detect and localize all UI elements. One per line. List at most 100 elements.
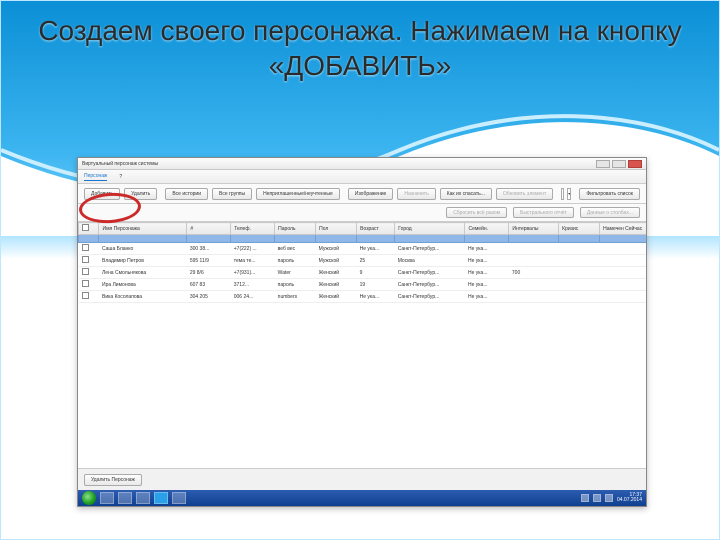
table-row[interactable]: Вика Косолапова304 205006 24...numbersЖе…	[79, 291, 647, 303]
minimize-button[interactable]	[596, 160, 610, 168]
col-checkbox[interactable]	[79, 223, 99, 235]
cell: Мужской	[316, 255, 357, 267]
col-num[interactable]: #	[187, 223, 231, 235]
task-icon[interactable]	[100, 492, 114, 504]
delete-button[interactable]: Удалить	[124, 188, 157, 200]
toolbar: Добавить Удалить Все истории Все группы …	[78, 184, 646, 204]
cell	[600, 255, 646, 267]
cell: Не ука...	[465, 291, 509, 303]
cell: Санкт-Петербур...	[395, 267, 465, 279]
filter-button[interactable]: Фильтровать список	[579, 188, 640, 200]
col-city[interactable]: Город	[395, 223, 465, 235]
reset-button[interactable]: Сбросить всё разом	[446, 207, 507, 218]
col-tel[interactable]: Телеф.	[231, 223, 275, 235]
cell	[600, 267, 646, 279]
col-name[interactable]: Имя Персонажа	[99, 223, 187, 235]
cell: Женский	[316, 279, 357, 291]
col-pwd[interactable]: Пароль	[275, 223, 316, 235]
export-button[interactable]: Обновить элемент	[496, 188, 553, 200]
cell: numbers	[275, 291, 316, 303]
cell	[559, 255, 600, 267]
cell	[79, 243, 99, 255]
cell	[509, 279, 559, 291]
tray-icon[interactable]	[593, 494, 601, 502]
history-button[interactable]: Все истории	[165, 188, 208, 200]
task-icon[interactable]	[136, 492, 150, 504]
cell: Не ука...	[357, 291, 395, 303]
cell	[600, 291, 646, 303]
start-button[interactable]	[82, 491, 96, 505]
cell	[509, 291, 559, 303]
col-age[interactable]: Возраст	[357, 223, 395, 235]
chevron-down-icon: ▾	[568, 191, 570, 196]
ribbon-tab-help[interactable]: ?	[119, 174, 122, 180]
cell	[559, 279, 600, 291]
ribbon: Персонаж ?	[78, 170, 646, 184]
slide-title: Создаем своего персонажа. Нажимаем на кн…	[1, 13, 719, 83]
cell: Владимир Петров	[99, 255, 187, 267]
columns-button[interactable]: Данные о столбах...	[580, 207, 640, 218]
task-icon[interactable]	[172, 492, 186, 504]
cell: пароль	[275, 279, 316, 291]
col-crisis[interactable]: Кризис	[559, 223, 600, 235]
maximize-button[interactable]	[612, 160, 626, 168]
checkbox-icon	[82, 224, 89, 231]
cell	[600, 243, 646, 255]
table-row[interactable]: Саша Бланко300 38...+7(222) ...веб весМу…	[79, 243, 647, 255]
report-button[interactable]: Быстрального отчёт	[513, 207, 574, 218]
cell: веб вес	[275, 243, 316, 255]
data-grid[interactable]: Имя Персонажа # Телеф. Пароль Пол Возрас…	[78, 222, 646, 468]
task-icon-skype[interactable]	[154, 492, 168, 504]
cell: 700	[509, 267, 559, 279]
tray-icon[interactable]	[581, 494, 589, 502]
cell: Не ука...	[357, 243, 395, 255]
cell: 304 205	[187, 291, 231, 303]
cell: Не ука...	[465, 243, 509, 255]
grid-table: Имя Персонажа # Телеф. Пароль Пол Возрас…	[78, 222, 646, 303]
tray-icon[interactable]	[605, 494, 613, 502]
remind-button[interactable]: Как их спасать...	[440, 188, 492, 200]
cell	[79, 291, 99, 303]
cell: 19	[357, 279, 395, 291]
system-tray: 17:37 04.07.2014	[581, 493, 642, 504]
clock[interactable]: 17:37 04.07.2014	[617, 493, 642, 504]
cell: 3712...	[231, 279, 275, 291]
col-scheduled[interactable]: Намечен Сейчас	[600, 223, 646, 235]
cell: 300 38...	[187, 243, 231, 255]
col-sex[interactable]: Пол	[316, 223, 357, 235]
cell: Ира Лимонова	[99, 279, 187, 291]
app-window: Виртуальный персонаж системы Персонаж ? …	[77, 157, 647, 507]
cell: Москва	[395, 255, 465, 267]
assign-button[interactable]: Назначить	[397, 188, 435, 200]
task-icon[interactable]	[118, 492, 132, 504]
cell: 595 11/9	[187, 255, 231, 267]
cell: 006 24...	[231, 291, 275, 303]
cell	[559, 267, 600, 279]
table-row[interactable]: Ира Лимонова607 833712...парольЖенский19…	[79, 279, 647, 291]
add-button[interactable]: Добавить	[84, 188, 120, 200]
grid-filter-row[interactable]	[79, 235, 647, 243]
bottom-bar: Удалить Персонаж	[78, 468, 646, 490]
groups-button[interactable]: Все группы	[212, 188, 252, 200]
cell: пароль	[275, 255, 316, 267]
cell: 29 8/6	[187, 267, 231, 279]
col-intervals[interactable]: Интервалы	[509, 223, 559, 235]
window-title: Виртуальный персонаж системы	[82, 161, 158, 167]
search-dropdown[interactable]: ▾	[567, 188, 571, 200]
cell	[559, 243, 600, 255]
cell	[559, 291, 600, 303]
cell: тема те...	[231, 255, 275, 267]
ribbon-tab-character[interactable]: Персонаж	[84, 173, 107, 181]
search-input[interactable]	[561, 188, 564, 200]
col-family[interactable]: Семейн.	[465, 223, 509, 235]
cell: Не ука...	[465, 255, 509, 267]
cell: 9	[357, 267, 395, 279]
cancel-character-button[interactable]: Удалить Персонаж	[84, 474, 142, 486]
close-button[interactable]	[628, 160, 642, 168]
mode-button[interactable]: Изображение	[348, 188, 394, 200]
clock-date: 04.07.2014	[617, 498, 642, 504]
invite-button[interactable]: Неприглашенные/неучтенные	[256, 188, 340, 200]
table-row[interactable]: Владимир Петров595 11/9тема те...парольМ…	[79, 255, 647, 267]
cell: Саша Бланко	[99, 243, 187, 255]
table-row[interactable]: Лена Смольнякова29 8/6+7(931)...WaterЖен…	[79, 267, 647, 279]
